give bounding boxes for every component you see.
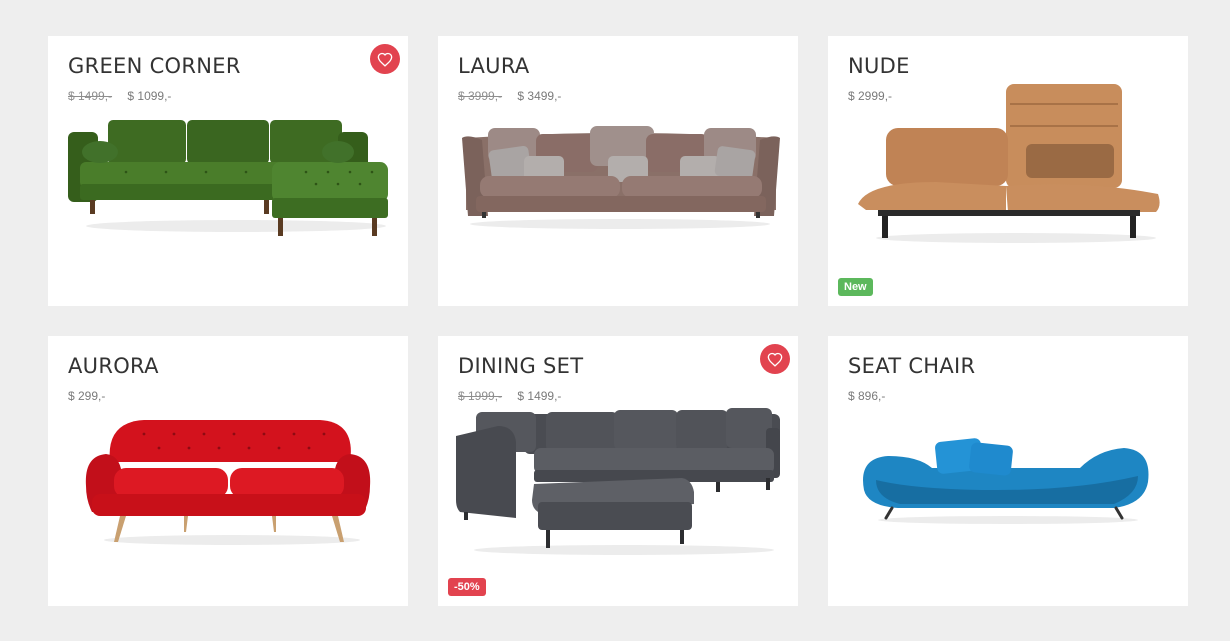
product-card-aurora[interactable]: AURORA $ 299,-: [48, 336, 408, 606]
current-price: $ 3499,-: [517, 89, 562, 103]
product-prices: $ 3999,- $ 3499,-: [458, 89, 561, 103]
product-card-dining-set[interactable]: DINING SET $ 1999,- $ 1499,- -50%: [438, 336, 798, 606]
old-price: $ 3999,-: [458, 89, 503, 103]
blue-curved-sofa-image[interactable]: [858, 430, 1154, 526]
current-price: $ 896,-: [848, 389, 886, 403]
product-title[interactable]: LAURA: [458, 54, 530, 78]
discount-badge: -50%: [448, 578, 486, 596]
green-corner-sofa-image[interactable]: [66, 114, 391, 244]
product-title[interactable]: DINING SET: [458, 354, 583, 378]
taupe-sofa-image[interactable]: [460, 120, 782, 232]
old-price: $ 1499,-: [68, 89, 113, 103]
product-title[interactable]: NUDE: [848, 54, 910, 78]
current-price: $ 299,-: [68, 389, 106, 403]
product-card-green-corner[interactable]: GREEN CORNER $ 1499,- $ 1099,-: [48, 36, 408, 306]
product-title[interactable]: SEAT CHAIR: [848, 354, 975, 378]
current-price: $ 1099,-: [127, 89, 172, 103]
product-card-nude[interactable]: NUDE $ 2999,- New: [828, 36, 1188, 306]
product-prices: $ 1999,- $ 1499,-: [458, 389, 561, 403]
wishlist-button[interactable]: [370, 44, 400, 74]
product-title[interactable]: AURORA: [68, 354, 159, 378]
current-price: $ 1499,-: [517, 389, 562, 403]
old-price: $ 1999,-: [458, 389, 503, 403]
product-card-laura[interactable]: LAURA $ 3999,- $ 3499,-: [438, 36, 798, 306]
heart-icon: [377, 52, 393, 67]
wishlist-button[interactable]: [760, 344, 790, 374]
product-prices: $ 299,-: [68, 389, 105, 403]
product-prices: $ 896,-: [848, 389, 885, 403]
product-prices: $ 1499,- $ 1099,-: [68, 89, 171, 103]
tan-reclining-sofa-image[interactable]: [856, 82, 1166, 246]
product-title[interactable]: GREEN CORNER: [68, 54, 241, 78]
red-tufted-sofa-image[interactable]: [84, 416, 374, 548]
grey-sectional-sofa-image[interactable]: [454, 408, 782, 558]
heart-icon: [767, 352, 783, 367]
product-card-seat-chair[interactable]: SEAT CHAIR $ 896,-: [828, 336, 1188, 606]
new-badge: New: [838, 278, 873, 296]
